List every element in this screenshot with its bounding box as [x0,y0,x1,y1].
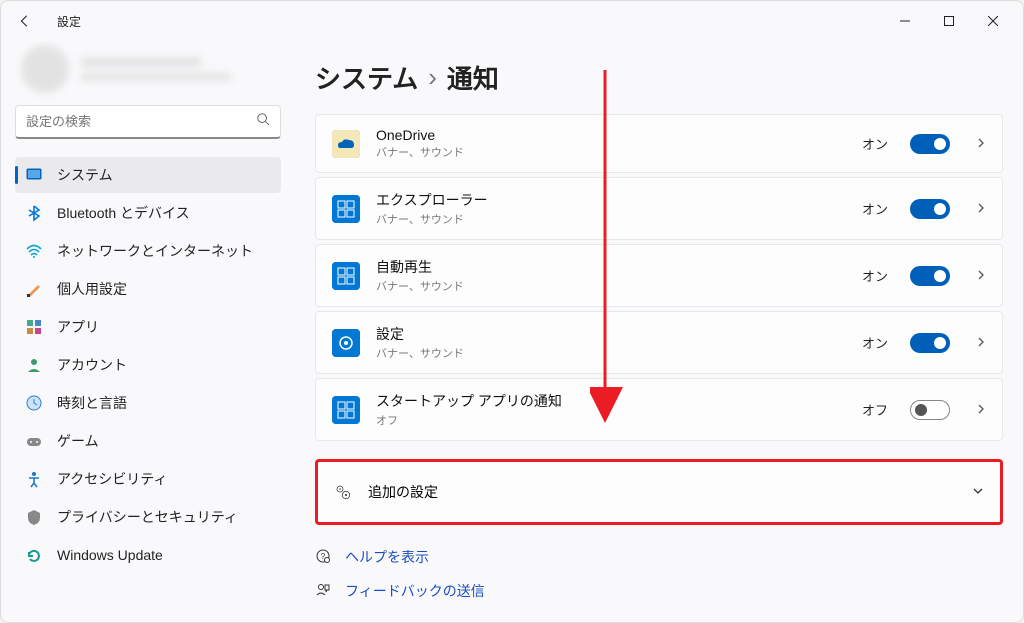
app-row-1[interactable]: エクスプローラーバナー、サウンドオン [315,177,1003,240]
nav-label: Bluetooth とデバイス [57,203,190,223]
toggle-switch[interactable] [910,134,950,154]
search-input[interactable] [26,114,256,129]
app-row-3[interactable]: 設定バナー、サウンドオン [315,311,1003,374]
nav-label: Windows Update [57,547,163,563]
toggle-state: オン [862,134,888,153]
app-row-0[interactable]: OneDriveバナー、サウンドオン [315,114,1003,173]
gaming-icon [25,432,43,450]
chevron-right-icon [976,336,986,350]
nav-accessibility[interactable]: アクセシビリティ [15,461,281,497]
chevron-right-icon [976,137,986,151]
search-box[interactable] [15,105,281,139]
nav-label: アクセシビリティ [57,469,167,489]
expander-label: 追加の設定 [368,482,438,502]
toggle-switch[interactable] [910,400,950,420]
nav-label: アカウント [57,355,127,375]
toggle-state: オン [862,199,888,218]
app-sub: バナー、サウンド [376,278,846,294]
account-icon [25,356,43,374]
chevron-right-icon [976,202,986,216]
chevron-right-icon [976,269,986,283]
nav-label: 個人用設定 [57,279,127,299]
toggle-switch[interactable] [910,199,950,219]
nav-label: システム [57,165,113,185]
chevron-right-icon [976,403,986,417]
app-name: 設定 [376,324,846,344]
back-button[interactable] [9,5,41,37]
network-icon [25,242,43,260]
personalize-icon [25,280,43,298]
minimize-button[interactable] [883,5,927,37]
nav-privacy[interactable]: プライバシーとセキュリティ [15,499,281,535]
sidebar: システム Bluetooth とデバイスネットワークとインターネット個人用設定アプ… [1,41,291,622]
help-icon: ? [315,548,333,567]
app-sub: バナー、サウンド [376,211,846,227]
app-row-4[interactable]: スタートアップ アプリの通知オフオフ [315,378,1003,441]
nav-apps[interactable]: アプリ [15,309,281,345]
app-icon [332,329,360,357]
nav-label: 時刻と言語 [57,393,127,413]
toggle-switch[interactable] [910,333,950,353]
app-icon [332,262,360,290]
app-icon [332,195,360,223]
app-name: 自動再生 [376,257,846,277]
app-name: OneDrive [376,127,846,143]
help-link[interactable]: ? ヘルプを表示 [315,547,1003,567]
nav-personalize[interactable]: 個人用設定 [15,271,281,307]
breadcrumb-parent[interactable]: システム [315,59,418,96]
apps-icon [25,318,43,336]
feedback-icon [315,582,333,601]
toggle-switch[interactable] [910,266,950,286]
user-profile[interactable] [15,41,281,105]
titlebar: 設定 [1,1,1023,41]
nav-gaming[interactable]: ゲーム [15,423,281,459]
app-name: スタートアップ アプリの通知 [376,391,846,411]
nav-network[interactable]: ネットワークとインターネット [15,233,281,269]
accessibility-icon [25,470,43,488]
nav-time[interactable]: 時刻と言語 [15,385,281,421]
chevron-down-icon [972,485,984,500]
feedback-link[interactable]: フィードバックの送信 [315,581,1003,601]
nav-bluetooth[interactable]: Bluetooth とデバイス [15,195,281,231]
nav-label: プライバシーとセキュリティ [57,507,238,527]
app-icon [332,396,360,424]
maximize-button[interactable] [927,5,971,37]
chevron-right-icon: › [428,62,437,93]
nav-system[interactable]: システム [15,157,281,193]
nav-label: ネットワークとインターネット [57,241,253,261]
toggle-state: オフ [862,400,888,419]
nav-label: ゲーム [57,431,99,451]
breadcrumb-current: 通知 [447,59,499,96]
breadcrumb: システム › 通知 [315,59,1003,96]
gears-icon [334,483,352,501]
app-name: エクスプローラー [376,190,846,210]
bluetooth-icon [25,204,43,222]
toggle-state: オン [862,333,888,352]
app-sub: バナー、サウンド [376,144,846,160]
nav-account[interactable]: アカウント [15,347,281,383]
close-button[interactable] [971,5,1015,37]
privacy-icon [25,508,43,526]
app-sub: バナー、サウンド [376,345,846,361]
system-icon [25,166,43,184]
main-content: システム › 通知 OneDriveバナー、サウンドオンエクスプローラーバナー、… [291,41,1023,622]
app-icon [332,130,360,158]
app-sub: オフ [376,412,846,428]
nav-label: アプリ [57,317,99,337]
search-icon [256,112,270,131]
update-icon [25,546,43,564]
toggle-state: オン [862,266,888,285]
window-title: 設定 [57,13,81,30]
nav-update[interactable]: Windows Update [15,537,281,573]
app-row-2[interactable]: 自動再生バナー、サウンドオン [315,244,1003,307]
time-icon [25,394,43,412]
additional-settings-expander[interactable]: 追加の設定 [315,459,1003,525]
